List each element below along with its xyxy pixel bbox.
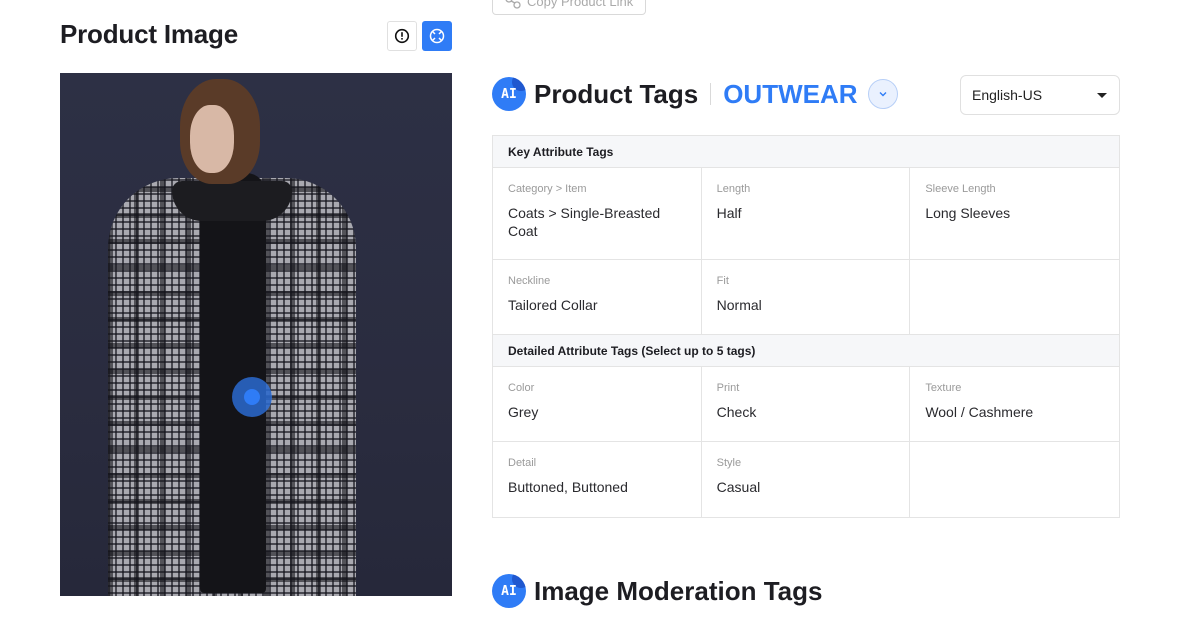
image-moderation-header: AI Image Moderation Tags <box>492 574 822 608</box>
product-image-title: Product Image <box>60 19 238 49</box>
product-tags-title: Product Tags <box>534 78 699 109</box>
tag-cell-color[interactable]: Color Grey <box>493 367 702 441</box>
image-moderation-title: Image Moderation Tags <box>534 575 823 606</box>
info-button[interactable] <box>387 21 417 51</box>
detailed-attribute-header: Detailed Attribute Tags (Select up to 5 … <box>493 335 1119 367</box>
ai-badge-icon: AI <box>492 574 526 608</box>
title-divider <box>710 83 712 105</box>
tag-label: Style <box>716 457 742 469</box>
info-circle-icon <box>394 28 410 44</box>
tag-value: Buttoned, Buttoned <box>508 479 628 495</box>
table-row: Category > Item Coats > Single-Breasted … <box>493 168 1119 260</box>
table-row: Detail Buttoned, Buttoned Style Casual <box>493 442 1119 517</box>
copy-link-label: Copy Product Link <box>527 0 634 9</box>
tag-value: Normal <box>716 297 762 313</box>
tag-cell-texture[interactable]: Texture Wool / Cashmere <box>910 367 1119 441</box>
category-toggle-button[interactable] <box>867 79 898 109</box>
tag-cell-fit[interactable]: Fit Normal <box>702 260 911 334</box>
tag-cell-empty <box>910 442 1119 517</box>
tag-label: Length <box>716 183 751 195</box>
table-row: Color Grey Print Check Texture Wool / Ca… <box>493 367 1119 442</box>
tag-cell-length[interactable]: Length Half <box>702 168 911 259</box>
category-label: OUTWEAR <box>723 78 858 109</box>
tag-value: Half <box>716 205 742 221</box>
tag-value: Long Sleeves <box>925 205 1011 221</box>
table-row: Neckline Tailored Collar Fit Normal <box>493 260 1119 335</box>
tag-value: Casual <box>716 479 761 495</box>
tag-label: Neckline <box>508 275 551 287</box>
focus-button[interactable] <box>422 21 452 51</box>
tag-label: Sleeve Length <box>925 183 996 195</box>
product-photo <box>60 73 452 596</box>
tag-label: Detail <box>508 457 537 469</box>
language-value: English-US <box>972 87 1043 103</box>
tag-cell-detail[interactable]: Detail Buttoned, Buttoned <box>493 442 702 517</box>
tag-cell-sleeve-length[interactable]: Sleeve Length Long Sleeves <box>910 168 1119 259</box>
language-select[interactable]: English-US <box>960 75 1120 115</box>
ai-badge-icon: AI <box>492 77 526 111</box>
tag-cell-neckline[interactable]: Neckline Tailored Collar <box>493 260 702 334</box>
product-tags-header: AI Product Tags OUTWEAR <box>492 77 898 111</box>
tag-value: Grey <box>508 404 539 420</box>
key-attribute-header: Key Attribute Tags <box>493 136 1119 168</box>
tag-label: Color <box>508 382 535 394</box>
caret-down-icon <box>1097 92 1107 98</box>
focus-target-icon <box>429 28 445 44</box>
chevron-down-icon <box>879 92 887 97</box>
hotspot-marker-core[interactable] <box>244 389 260 405</box>
link-icon <box>505 0 521 9</box>
tag-cell-category[interactable]: Category > Item Coats > Single-Breasted … <box>493 168 702 259</box>
tag-value: Check <box>716 404 757 420</box>
tag-cell-style[interactable]: Style Casual <box>702 442 911 517</box>
tag-cell-print[interactable]: Print Check <box>702 367 911 441</box>
tag-label: Category > Item <box>508 183 587 195</box>
tag-label: Texture <box>925 382 962 394</box>
product-tags-table: Key Attribute Tags Category > Item Coats… <box>492 135 1120 518</box>
tag-value: Wool / Cashmere <box>925 404 1034 420</box>
tag-cell-empty <box>910 260 1119 334</box>
tag-value: Tailored Collar <box>508 297 598 313</box>
tag-label: Print <box>716 382 740 394</box>
tag-value: Coats > Single-Breasted Coat <box>508 205 661 239</box>
copy-product-link-button[interactable]: Copy Product Link <box>492 0 646 15</box>
tag-label: Fit <box>716 275 729 287</box>
